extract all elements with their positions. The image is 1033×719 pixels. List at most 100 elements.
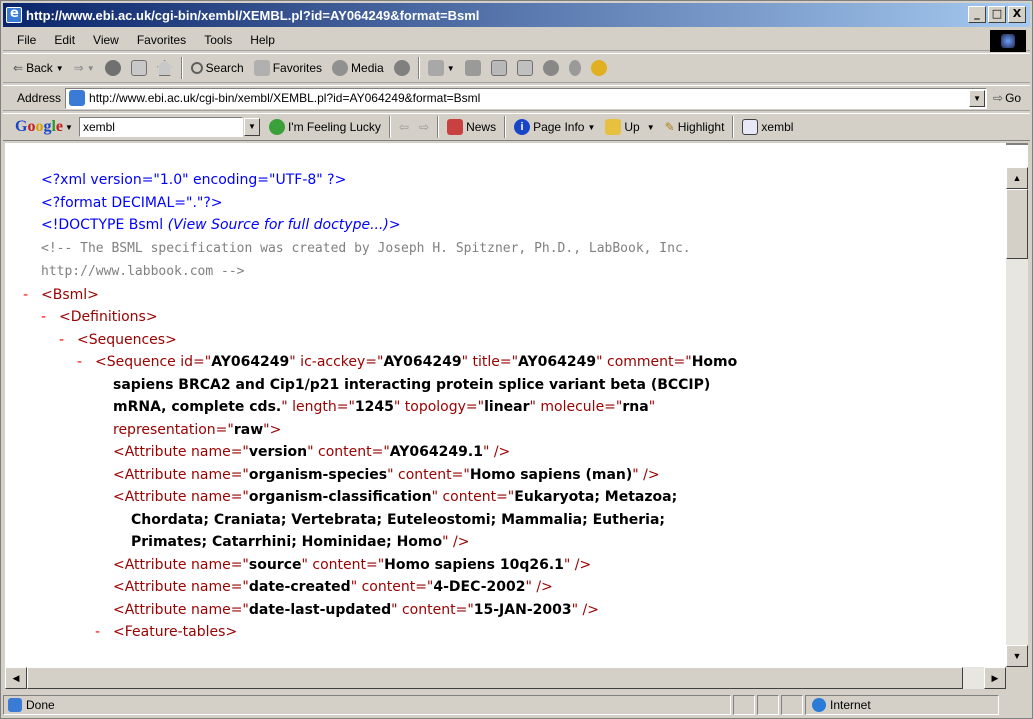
doctype-tag: <!DOCTYPE Bsml [41,217,164,233]
scroll-right-icon[interactable]: ▶ [984,667,1006,689]
favorites-label: Favorites [272,61,323,75]
address-label: Address [17,91,62,105]
vertical-scrollbar[interactable]: ▲ ▼ [1006,167,1028,667]
address-input[interactable]: http://www.ebi.ac.uk/cgi-bin/xembl/XEMBL… [65,87,988,109]
maximize-button[interactable]: □ [988,6,1006,23]
menu-view[interactable]: View [84,33,128,47]
scroll-left-icon[interactable]: ◀ [5,667,27,689]
go-button[interactable]: ⇨ Go [993,91,1021,105]
view-source-note: (View Source for full doctype...) [167,217,389,233]
sequence-topology: linear [484,399,530,415]
highlighter-icon: ✎ [664,120,675,134]
search-label: Search [205,61,244,75]
back-label: Back [26,61,53,75]
google-logo[interactable]: Google ▼ [3,118,73,136]
character-icon [590,60,607,76]
mail-icon [427,60,444,76]
media-button[interactable]: Media [327,60,389,76]
sequence-acckey: AY064249 [383,354,462,370]
xml-declaration: <?xml version="1.0" encoding="UTF-8" ?> [41,172,347,188]
feature-tables-tag: <Feature-tables> [113,624,238,640]
attribute-row: <Attribute name="date-created" content="… [113,579,553,595]
status-panel [757,695,779,715]
page-info-button[interactable]: i Page Info ▼ [509,119,600,135]
arrow-right-icon: ⇨ [419,120,430,134]
horizontal-scrollbar[interactable]: ◀ ▶ [5,667,1006,689]
attribute-row: <Attribute name="organism-classification… [113,489,678,505]
status-panel [781,695,803,715]
messenger-button[interactable] [564,60,586,76]
menu-help[interactable]: Help [241,33,284,47]
scroll-up-icon[interactable]: ▲ [1006,167,1028,189]
menu-edit[interactable]: Edit [45,33,84,47]
browser-window: http://www.ebi.ac.uk/cgi-bin/xembl/XEMBL… [0,0,1033,719]
standard-toolbar: ⇐ Back ▼ ⇒ ▼ Search Favorites Media ▼ [3,53,1030,83]
sequence-molecule: rna [622,399,649,415]
news-button[interactable]: News [442,119,501,135]
search-button[interactable]: Search [186,61,249,75]
address-bar: Address http://www.ebi.ac.uk/cgi-bin/xem… [3,85,1030,111]
research-button[interactable] [538,60,564,76]
collapse-toggle[interactable]: - [41,306,59,329]
menu-tools[interactable]: Tools [195,33,241,47]
horizontal-scroll-thumb[interactable] [27,667,963,689]
lucky-button[interactable]: I'm Feeling Lucky [264,119,386,135]
chevron-down-icon[interactable]: ▼ [243,118,260,136]
search-term-button[interactable]: xembl [737,119,798,135]
collapse-toggle[interactable]: - [95,621,113,644]
toolbar-separator [180,57,183,79]
up-label: Up [624,120,640,134]
mail-button[interactable]: ▼ [423,60,460,76]
collapse-toggle[interactable]: - [23,284,41,307]
menu-file[interactable]: File [3,33,45,47]
toolbar-separator [732,116,735,138]
lucky-icon [268,119,285,135]
edit-icon [490,60,507,76]
highlight-button[interactable]: ✎ Highlight [660,120,730,134]
refresh-icon [130,60,147,76]
attribute-row: <Attribute name="date-last-updated" cont… [113,601,599,618]
xml-viewer[interactable]: <?xml version="1.0" encoding="UTF-8" ?> … [5,143,1006,667]
vertical-scroll-thumb[interactable] [1006,189,1028,259]
back-button[interactable]: ⇐ Back ▼ [3,61,69,75]
up-button[interactable]: Up ▼ [600,119,659,135]
media-label: Media [351,61,384,75]
home-button[interactable] [152,60,178,76]
edit-button[interactable] [486,60,512,76]
highlight-label: Highlight [677,120,725,134]
page-icon [69,90,86,106]
google-toolbar: Google ▼ xembl ▼ I'm Feeling Lucky ⇦ ⇨ Ne… [3,113,1030,141]
address-url: http://www.ebi.ac.uk/cgi-bin/xembl/XEMBL… [89,91,481,105]
bonzi-button[interactable] [586,60,612,76]
chevron-down-icon[interactable]: ▼ [969,89,986,107]
classification-cont: Chordata; Craniata; Vertebrata; Euteleos… [131,511,666,528]
minimize-button[interactable]: _ [968,6,986,23]
stop-button[interactable] [100,60,126,76]
collapse-toggle[interactable]: - [77,351,95,374]
info-icon: i [514,119,531,135]
ie-icon [6,6,22,23]
close-button[interactable]: X [1008,6,1026,23]
forward-button[interactable]: ⇒ ▼ [69,61,100,75]
favorites-button[interactable]: Favorites [249,60,327,76]
windows-logo-icon [990,30,1026,52]
menu-favorites[interactable]: Favorites [128,33,195,47]
sequence-length: 1245 [354,399,394,415]
collapse-toggle[interactable]: - [59,329,77,352]
sequence-title: AY064249 [518,354,597,370]
sequence-representation: raw [233,421,264,438]
next-button[interactable]: ⇨ [414,120,434,134]
folder-up-icon [605,119,622,135]
status-panel [733,695,755,715]
chevron-down-icon: ▼ [65,122,73,132]
classification-end: Primates; Catarrhini; Hominidae; Homo [131,534,443,550]
prev-button[interactable]: ⇦ [394,120,414,134]
page-info-label: Page Info [533,120,585,134]
print-button[interactable] [460,60,486,76]
scroll-down-icon[interactable]: ▼ [1006,645,1028,667]
google-search-input[interactable]: xembl [78,117,243,137]
status-text: Done [26,698,55,712]
history-button[interactable] [389,60,415,76]
refresh-button[interactable] [126,60,152,76]
discuss-button[interactable] [512,60,538,76]
